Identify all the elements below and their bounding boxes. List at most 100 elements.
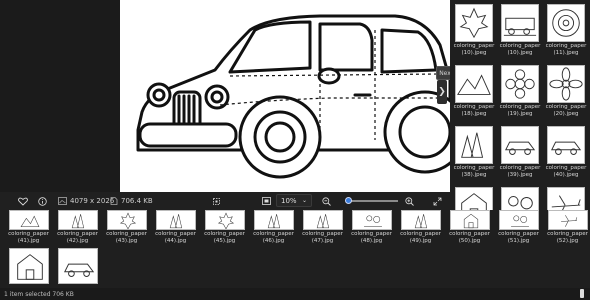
forest-thumbnail [155, 210, 196, 230]
car-thumbnail [547, 126, 585, 164]
heart-icon [18, 197, 28, 206]
garden-thumbnail [501, 187, 539, 210]
forest-thumbnail [253, 210, 294, 230]
car-thumbnail [501, 126, 539, 164]
scroll-indicator[interactable] [580, 289, 584, 298]
thumbnail-grid: coloring_paper (10).jpeg coloring_paper (… [450, 0, 590, 210]
image-dimensions: 4079 x 2026 [58, 192, 114, 210]
maple-leaf-thumbnail [204, 210, 245, 230]
thumbnail-caption: coloring_paper (18).jpeg [453, 104, 495, 117]
zoom-out-icon [322, 196, 331, 206]
zoom-in-icon [405, 196, 414, 206]
zoom-slider-thumb[interactable] [344, 197, 352, 204]
flower-thumbnail [547, 65, 585, 103]
next-arrow-button[interactable]: ❯ [437, 80, 447, 104]
thumbnail-caption: coloring_paper (43).jpg [106, 231, 147, 244]
grid-thumbnail[interactable]: coloring_paper (39).jpeg [497, 126, 543, 178]
crop-button[interactable] [212, 192, 221, 210]
strip-thumbnail[interactable]: coloring_paper (50).jpg [445, 210, 494, 244]
thumbnail-caption: coloring_paper (38).jpeg [453, 165, 495, 178]
thumbnail-caption: coloring_paper (42).jpg [57, 231, 98, 244]
file-size: 706.4 KB [110, 192, 153, 210]
house-thumbnail [449, 210, 490, 230]
image-size-icon [58, 197, 67, 205]
zoom-select[interactable]: 10% ⌄ [276, 194, 312, 207]
grid-thumbnail[interactable]: coloring_paper (20).jpeg [543, 65, 589, 117]
strip-thumbnail[interactable]: coloring_paper (52).jpg [543, 210, 590, 244]
fullscreen-button[interactable] [433, 192, 442, 210]
thumbnail-caption: coloring_paper (20).jpeg [545, 104, 587, 117]
grid-thumbnail[interactable]: coloring_paper (19).jpeg [497, 65, 543, 117]
strip-thumbnail[interactable]: coloring_paper (43).jpg [102, 210, 151, 244]
grid-thumbnail[interactable]: coloring_paper (52).jpeg [543, 187, 589, 210]
zoom-value: 10% [281, 196, 297, 205]
dimensions-text: 4079 x 2026 [70, 197, 115, 205]
thumbnail-caption: coloring_paper (48).jpg [351, 231, 392, 244]
strip-thumbnail[interactable]: coloring_paper (45).jpg [200, 210, 249, 244]
fit-window-icon [262, 197, 271, 205]
strip-thumbnail[interactable]: coloring_paper (42).jpg [53, 210, 102, 244]
zoom-slider-track[interactable] [346, 200, 398, 202]
grid-thumbnail[interactable]: coloring_paper (51).jpeg [497, 187, 543, 210]
garden-thumbnail [498, 210, 539, 230]
strip-thumbnail[interactable]: coloring_paper (49).jpg [396, 210, 445, 244]
thumbnail-caption: coloring_paper (50).jpg [449, 231, 490, 244]
landscape-thumbnail [455, 65, 493, 103]
grid-thumbnail[interactable]: coloring_paper (50).jpeg [451, 187, 497, 210]
file-icon [110, 197, 118, 205]
grid-thumbnail[interactable]: coloring_paper (10).jpeg [451, 4, 497, 56]
favorite-button[interactable] [18, 192, 28, 210]
flower-mandala-thumbnail [501, 65, 539, 103]
grid-thumbnail[interactable]: coloring_paper (38).jpeg [451, 126, 497, 178]
house-thumbnail [455, 187, 493, 210]
forest-thumbnail [455, 126, 493, 164]
garden-thumbnail [351, 210, 392, 230]
strip-thumbnail[interactable]: coloring_paper (44).jpg [151, 210, 200, 244]
thumbnail-caption: coloring_paper (44).jpg [155, 231, 196, 244]
expand-icon [433, 197, 442, 205]
crop-icon [213, 197, 220, 205]
info-icon [38, 196, 47, 206]
thumbnail-caption: coloring_paper (47).jpg [302, 231, 343, 244]
chevron-right-icon: ❯ [438, 87, 446, 97]
maple-leaf-thumbnail [455, 4, 493, 42]
thumbnail-caption: coloring_paper (52).jpg [547, 231, 588, 244]
thumbnail-caption: coloring_paper (19).jpeg [499, 104, 541, 117]
zoom-in-button[interactable] [405, 192, 414, 210]
forest-thumbnail [302, 210, 343, 230]
train-thumbnail [501, 4, 539, 42]
thumbnail-caption: coloring_paper (39).jpeg [499, 165, 541, 178]
mandala-thumbnail [547, 4, 585, 42]
status-text: 1 item selected 706 KB [4, 290, 74, 298]
strip-thumbnail[interactable]: coloring_paper (48).jpg [347, 210, 396, 244]
thumbnail-strip: coloring_paper (41).jpg coloring_paper (4… [0, 210, 590, 288]
grid-thumbnail[interactable]: coloring_paper (18).jpeg [451, 65, 497, 117]
grid-thumbnail[interactable]: coloring_paper (40).jpeg [543, 126, 589, 178]
grid-thumbnail[interactable]: coloring_paper (11).jpeg [543, 4, 589, 56]
thumbnail-caption: coloring_paper (11).jpeg [545, 43, 587, 56]
grid-thumbnail[interactable]: coloring_paper (10).jpeg [497, 4, 543, 56]
fit-to-window-button[interactable] [262, 192, 271, 210]
thumbnail-caption: coloring_paper (40).jpeg [545, 165, 587, 178]
chevron-down-icon: ⌄ [301, 197, 307, 204]
thumbnail-caption: coloring_paper (10).jpeg [499, 43, 541, 56]
thumbnail-caption: coloring_paper (51).jpg [498, 231, 539, 244]
info-button[interactable] [38, 192, 47, 210]
strip-thumbnail[interactable] [4, 248, 53, 284]
strip-thumbnail[interactable]: coloring_paper (46).jpg [249, 210, 298, 244]
image-preview[interactable] [120, 0, 450, 192]
forest-thumbnail [400, 210, 441, 230]
thumbnail-caption: coloring_paper (41).jpg [8, 231, 49, 244]
strip-thumbnail[interactable]: coloring_paper (47).jpg [298, 210, 347, 244]
forest-thumbnail [57, 210, 98, 230]
strip-thumbnail[interactable]: coloring_paper (51).jpg [494, 210, 543, 244]
thumbnail-caption: coloring_paper (46).jpg [253, 231, 294, 244]
strip-thumbnail[interactable]: coloring_paper (41).jpg [4, 210, 53, 244]
strip-thumbnail[interactable] [53, 248, 102, 284]
house-thumbnail [8, 248, 49, 284]
left-pane [0, 0, 120, 192]
zoom-out-button[interactable] [322, 192, 331, 210]
landscape-thumbnail [8, 210, 49, 230]
airplane-thumbnail [547, 187, 585, 210]
thumbnail-caption: coloring_paper (49).jpg [400, 231, 441, 244]
